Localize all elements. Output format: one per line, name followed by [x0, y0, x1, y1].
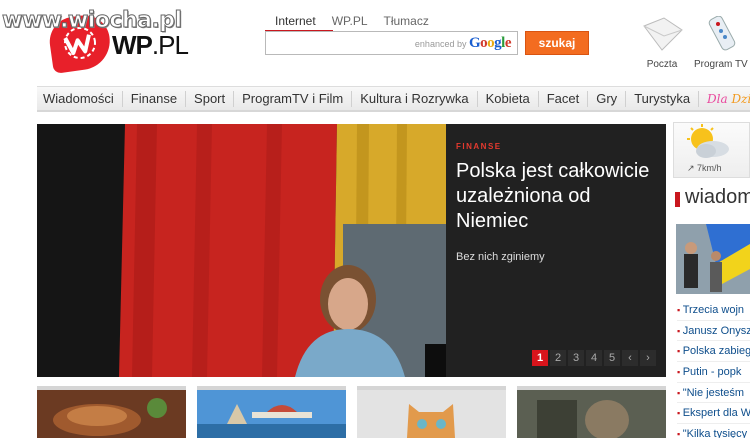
thumb-food[interactable]: [37, 386, 186, 438]
tv-label: Program TV: [694, 59, 748, 70]
nav-item-tv[interactable]: ProgramTV i Film: [234, 90, 353, 107]
search-box: enhanced by Google: [265, 31, 518, 55]
hero-carousel: FINANSE Polska jest całkowicie uzależnio…: [37, 124, 666, 377]
pager-page-4[interactable]: 4: [586, 350, 602, 366]
search-button[interactable]: szukaj: [525, 31, 589, 55]
list-item[interactable]: Putin - popk: [677, 362, 750, 383]
hero-article[interactable]: FINANSE Polska jest całkowicie uzależnio…: [446, 124, 666, 377]
mail-link[interactable]: Poczta: [640, 16, 684, 70]
nav-item-man[interactable]: Facet: [539, 90, 589, 107]
hero-category[interactable]: FINANSE: [456, 142, 656, 151]
weather-widget[interactable]: ↗ 7km/h: [673, 122, 750, 178]
pager-page-5[interactable]: 5: [604, 350, 620, 366]
side-news-title[interactable]: wiadom: [675, 186, 750, 209]
hero-headline[interactable]: Polska jest całkowicie uzależniona od Ni…: [456, 159, 656, 234]
carousel-pager: 1 2 3 4 5 ‹ ›: [532, 350, 656, 366]
thumb-cat[interactable]: [357, 386, 506, 438]
google-branding: enhanced by Google: [414, 35, 512, 51]
list-item[interactable]: Janusz Onysz: [677, 321, 750, 342]
tv-program-link[interactable]: Program TV: [694, 15, 748, 70]
main-nav: Wiadomości Finanse Sport ProgramTV i Fil…: [37, 86, 750, 112]
pager-next-button[interactable]: ›: [640, 350, 656, 366]
nav-item-finance[interactable]: Finanse: [123, 90, 187, 107]
mail-envelope-icon: [643, 17, 683, 51]
nav-item-culture[interactable]: Kultura i Rozrywka: [352, 90, 478, 107]
nav-item-kids[interactable]: Dla Dzieci: [699, 91, 750, 107]
nav-item-games[interactable]: Gry: [588, 90, 627, 107]
list-item[interactable]: "Kilka tysięcy: [677, 424, 750, 438]
nav-item-woman[interactable]: Kobieta: [478, 90, 539, 107]
thumb-soldier[interactable]: [517, 386, 666, 438]
hero-photo[interactable]: [37, 124, 446, 377]
list-item[interactable]: Ekspert dla W: [677, 403, 750, 425]
pager-page-1[interactable]: 1: [532, 350, 548, 366]
hero-lead: Bez nich zginiemy: [456, 251, 545, 263]
tab-internet[interactable]: Internet: [275, 14, 316, 31]
pager-page-3[interactable]: 3: [568, 350, 584, 366]
list-item[interactable]: Polska zabieg: [677, 341, 750, 363]
search-input[interactable]: [266, 32, 406, 54]
thumbnail-row: [37, 386, 666, 438]
side-news-list: Trzecia wojn Janusz Onysz Polska zabieg …: [677, 300, 750, 438]
search-tabs: Internet WP.PL Tłumacz: [265, 14, 429, 33]
side-news-photo[interactable]: [676, 224, 750, 294]
list-item[interactable]: "Nie jesteśm: [677, 383, 750, 404]
nav-item-sport[interactable]: Sport: [186, 90, 235, 107]
watermark-text: www.wiocha.pl: [2, 8, 183, 34]
tab-translator[interactable]: Tłumacz: [384, 14, 429, 31]
thumb-travel[interactable]: [197, 386, 346, 438]
pager-page-2[interactable]: 2: [550, 350, 566, 366]
tab-wp[interactable]: WP.PL: [332, 14, 368, 31]
mail-label: Poczta: [646, 59, 678, 70]
nav-item-travel[interactable]: Turystyka: [626, 90, 700, 107]
google-wordmark: Google: [468, 35, 512, 51]
tv-remote-icon: [708, 15, 736, 51]
pager-prev-button[interactable]: ‹: [622, 350, 638, 366]
sun-cloud-icon: [687, 124, 729, 158]
logo-wordmark: WP.PL: [112, 30, 189, 60]
list-item[interactable]: Trzecia wojn: [677, 300, 750, 321]
weather-wind: ↗ 7km/h: [687, 163, 722, 173]
nav-item-news[interactable]: Wiadomości: [37, 90, 123, 107]
